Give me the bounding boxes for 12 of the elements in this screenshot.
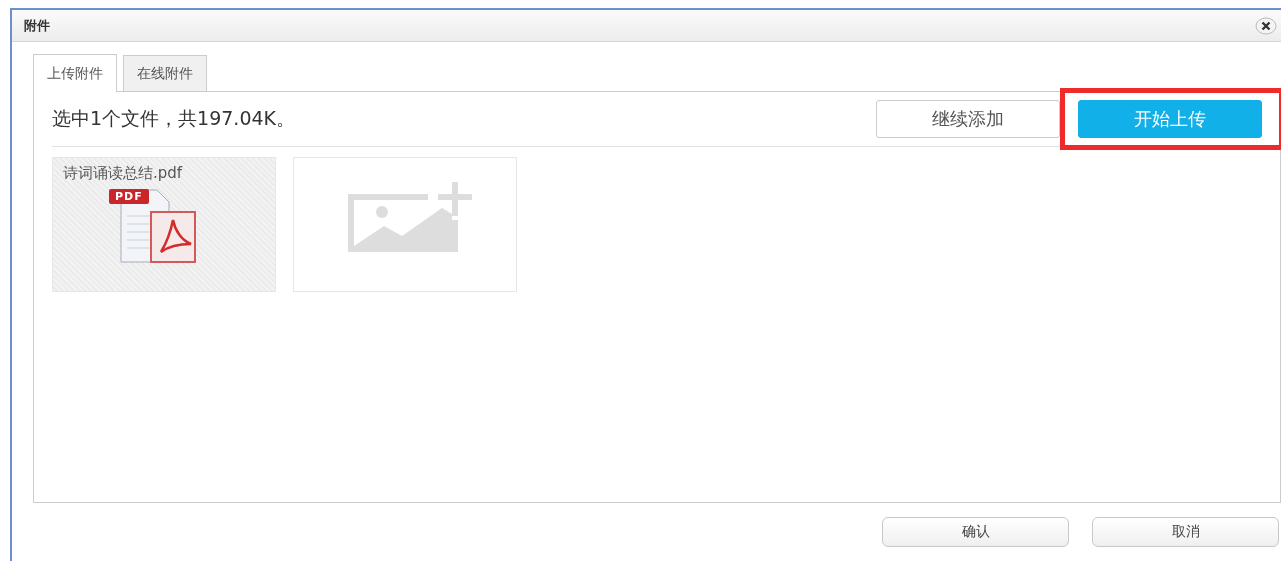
window-title: 附件	[24, 16, 50, 35]
file-name: 诗词诵读总结.pdf	[63, 164, 183, 183]
add-file-tile[interactable]	[293, 157, 517, 292]
cancel-button[interactable]: 取消	[1092, 517, 1279, 547]
tab[interactable]: 上传附件	[33, 54, 117, 92]
add-button[interactable]: 继续添加	[876, 100, 1060, 138]
confirm-button[interactable]: 确认	[882, 517, 1069, 547]
file-tile[interactable]: 诗词诵读总结.pdf PDF	[52, 157, 276, 292]
status-text: 选中1个文件，共197.04K。	[52, 106, 296, 131]
pdf-badge: PDF	[109, 189, 149, 204]
close-icon[interactable]	[1255, 16, 1277, 35]
tab[interactable]: 在线附件	[123, 55, 207, 91]
